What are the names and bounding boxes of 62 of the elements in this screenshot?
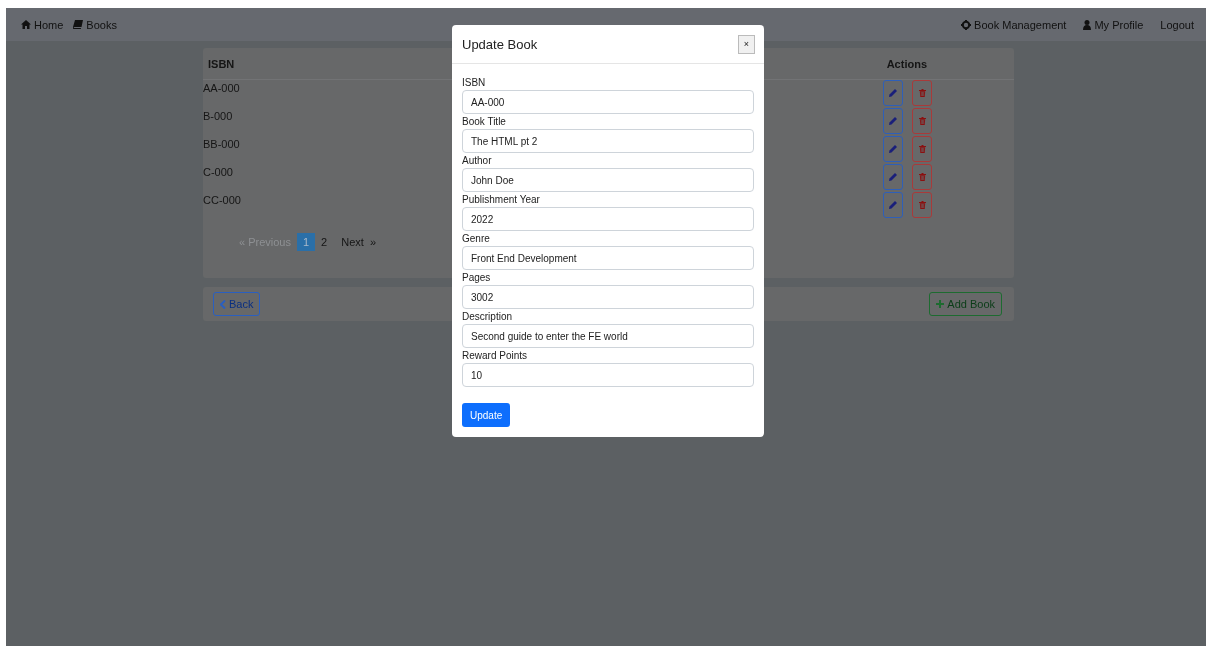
home-icon — [21, 20, 31, 29]
close-button[interactable]: × — [738, 34, 755, 54]
delete-button[interactable] — [912, 80, 932, 106]
delete-button[interactable] — [912, 192, 932, 218]
back-button[interactable]: Back — [213, 292, 261, 316]
table-cell-text: B-000 — [203, 109, 233, 122]
update-button[interactable]: Update — [462, 403, 511, 427]
page-link[interactable]: 1 — [297, 233, 316, 251]
field-label: Description — [462, 310, 514, 324]
nav-link[interactable]: Book Management — [961, 18, 1067, 31]
table-cell-text: AA-000 — [203, 81, 240, 94]
chevron-left-icon — [220, 299, 226, 309]
input-field[interactable]: 2022 — [462, 207, 754, 231]
book-icon — [73, 20, 84, 29]
input-field[interactable]: The HTML pt 2 — [462, 129, 754, 153]
edit-button[interactable] — [883, 192, 903, 218]
table-cell-text: C-000 — [203, 165, 233, 178]
pencil-icon — [889, 201, 897, 209]
nav-link[interactable]: Logout — [1160, 18, 1194, 31]
table-cell-text: CC-000 — [203, 193, 241, 206]
plus-icon — [936, 300, 945, 308]
gear-icon — [961, 19, 972, 30]
next-link[interactable]: Next » — [335, 233, 383, 251]
field-label: ISBN — [462, 76, 487, 90]
pencil-icon — [889, 145, 897, 153]
delete-button[interactable] — [912, 136, 932, 162]
column-header: ISBN — [208, 57, 235, 70]
trash-icon — [918, 201, 926, 209]
field-label: Publishment Year — [462, 193, 541, 207]
field-label: Reward Points — [462, 349, 529, 363]
add-book-button[interactable]: Add Book — [929, 292, 1002, 316]
input-field[interactable]: Second guide to enter the FE world — [462, 324, 754, 348]
table-cell-text: BB-000 — [203, 137, 240, 150]
edit-button[interactable] — [883, 136, 903, 162]
edit-button[interactable] — [883, 164, 903, 190]
edit-button[interactable] — [883, 108, 903, 134]
column-header: Actions — [886, 57, 927, 70]
nav-link[interactable]: Home — [21, 18, 64, 31]
nav-link[interactable]: Books — [73, 18, 117, 31]
trash-icon — [918, 89, 926, 97]
dialog-title: Update Book — [462, 36, 538, 52]
input-field[interactable]: 3002 — [462, 285, 754, 309]
page-link[interactable]: 2 — [315, 233, 334, 251]
pencil-icon — [889, 117, 897, 125]
user-icon — [1083, 19, 1092, 30]
pencil-icon — [889, 173, 897, 181]
trash-icon — [918, 145, 926, 153]
input-field[interactable]: 10 — [462, 363, 754, 387]
input-field[interactable]: John Doe — [462, 168, 754, 192]
delete-button[interactable] — [912, 164, 932, 190]
delete-button[interactable] — [912, 108, 932, 134]
trash-icon — [918, 173, 926, 181]
field-label: Genre — [462, 232, 491, 246]
field-label: Book Title — [462, 115, 507, 129]
field-label: Author — [462, 154, 493, 168]
input-field[interactable]: AA-000 — [462, 90, 754, 114]
nav-link[interactable]: My Profile — [1083, 18, 1144, 31]
pencil-icon — [889, 89, 897, 97]
trash-icon — [918, 117, 926, 125]
input-field[interactable]: Front End Development — [462, 246, 754, 270]
field-label: Pages — [462, 271, 492, 285]
edit-button[interactable] — [883, 80, 903, 106]
